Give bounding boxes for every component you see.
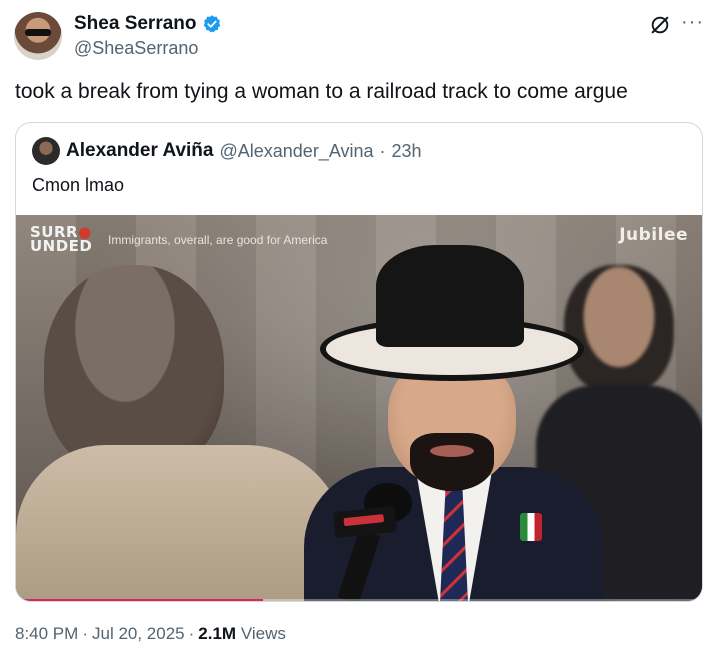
verified-badge-icon (203, 15, 220, 33)
tweet-text: took a break from tying a woman to a rai… (15, 80, 628, 103)
quote-header: Alexander Aviña @Alexander_Avina · 23h (32, 137, 422, 165)
tweet-meta: 8:40 PM · Jul 20, 2025 · 2.1M Views (15, 624, 286, 644)
tweet-time[interactable]: 8:40 PM (15, 624, 78, 644)
more-icon[interactable]: ··· (681, 12, 704, 32)
meta-separator: · (188, 624, 195, 643)
views-label: Views (240, 624, 286, 643)
flag-pin (520, 513, 542, 541)
quote-video[interactable]: SURR● UNDED Immigrants, overall, are goo… (16, 215, 702, 601)
quote-timestamp: 23h (391, 140, 422, 161)
microphone (332, 483, 412, 601)
video-caption: Immigrants, overall, are good for Americ… (108, 233, 328, 247)
quoted-tweet[interactable]: Alexander Aviña @Alexander_Avina · 23h C… (15, 122, 703, 602)
author-avatar[interactable] (14, 12, 62, 60)
header-actions: ··· (649, 12, 704, 36)
grok-icon[interactable] (649, 14, 671, 36)
tweet-header: Shea Serrano @SheaSerrano ··· (14, 12, 704, 62)
video-progress-fill (16, 599, 263, 601)
quote-avatar (32, 137, 60, 165)
quote-author-handle: @Alexander_Avina (219, 140, 374, 161)
meta-separator: · (82, 624, 88, 643)
views-count[interactable]: 2.1M (198, 624, 236, 643)
author-block: Shea Serrano @SheaSerrano (74, 13, 222, 59)
quote-author-name: Alexander Aviña (66, 140, 214, 161)
show-logo: SURR● UNDED (30, 223, 93, 255)
quote-separator: · (379, 140, 386, 161)
author-name[interactable]: Shea Serrano (74, 13, 197, 35)
tweet-date[interactable]: Jul 20, 2025 (92, 624, 185, 644)
quote-text: Cmon lmao (32, 175, 125, 195)
channel-logo: Jubilee (619, 225, 688, 245)
author-handle[interactable]: @SheaSerrano (74, 38, 222, 59)
video-progress-bar[interactable] (16, 599, 702, 601)
